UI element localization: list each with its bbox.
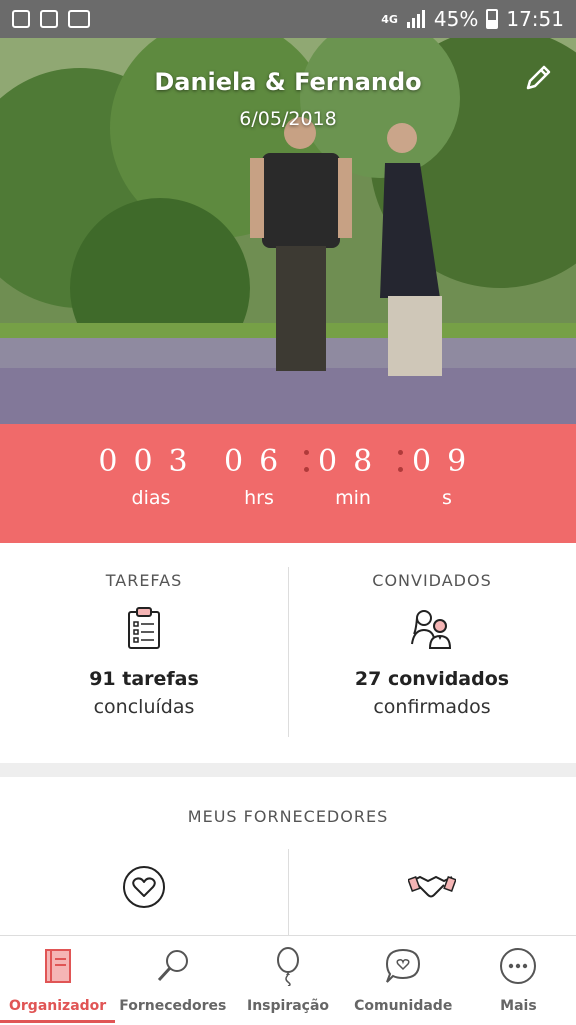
favorite-vendors-card[interactable]: [0, 863, 288, 915]
guests-count: 27 convidados: [354, 668, 510, 690]
wedding-date: 6/05/2018: [239, 108, 337, 130]
nav-label: Fornecedores: [119, 998, 227, 1014]
nav-label: Mais: [500, 998, 537, 1014]
recycle-icon: [12, 10, 30, 28]
status-bar: 4G 45% 17:51: [0, 0, 576, 38]
guests-title: CONVIDADOS: [372, 571, 492, 590]
tasks-card[interactable]: TAREFAS 91 tarefas concluídas: [0, 543, 288, 763]
notification-icons: [12, 10, 90, 28]
handshake-icon: [407, 875, 457, 898]
minutes-value: 08: [318, 444, 389, 479]
countdown-days: 003 dias: [96, 444, 206, 509]
network-type: 4G: [381, 12, 398, 26]
couple-photo: Daniela & Fernando 6/05/2018: [0, 38, 576, 424]
countdown-seconds: 09 s: [412, 444, 482, 509]
summary-stats: TAREFAS 91 tarefas concluídas CONVIDADOS…: [0, 543, 576, 763]
clock: 17:51: [506, 7, 564, 31]
hired-vendors-card[interactable]: [288, 863, 576, 915]
countdown-separator: [398, 450, 404, 484]
seconds-label: s: [442, 487, 452, 509]
battery-icon: [486, 9, 499, 29]
tasks-title: TAREFAS: [105, 571, 183, 590]
seconds-value: 09: [412, 444, 483, 479]
couple-guests-icon: [411, 610, 452, 649]
countdown-hours: 06 hrs: [224, 444, 294, 509]
days-value: 003: [98, 444, 204, 479]
tasks-count: 91 tarefas: [89, 668, 199, 690]
nav-comunidade[interactable]: Comunidade: [346, 936, 461, 1025]
hours-value: 06: [224, 444, 295, 479]
clipboard-checklist-icon: [128, 607, 160, 649]
days-label: dias: [131, 487, 171, 509]
guests-subtitle: confirmados: [373, 696, 491, 718]
minutes-label: min: [335, 487, 371, 509]
nav-label: Comunidade: [354, 998, 453, 1014]
edit-pencil-icon[interactable]: [522, 62, 554, 94]
vendors-title: MEUS FORNECEDORES: [187, 807, 389, 826]
nav-mais[interactable]: Mais: [461, 936, 576, 1025]
voicemail-icon: [68, 10, 90, 28]
battery-percent: 45%: [433, 7, 479, 31]
nav-fornecedores[interactable]: Fornecedores: [115, 936, 230, 1025]
chat-heart-icon: [386, 948, 421, 983]
notebook-icon: [44, 949, 71, 983]
couple-names: Daniela & Fernando: [154, 68, 422, 96]
more-dots-icon: [500, 948, 537, 984]
hours-label: hrs: [244, 487, 274, 509]
balloon-icon: [277, 947, 299, 987]
phone-lock-icon: [40, 10, 58, 28]
countdown-minutes: 08 min: [318, 444, 388, 509]
heart-circle-icon: [123, 866, 165, 908]
bottom-navigation: Organizador Fornecedores Inspiração Comu…: [0, 935, 576, 1025]
tasks-subtitle: concluídas: [93, 696, 195, 718]
section-separator: [0, 763, 576, 777]
nav-label: Organizador: [9, 998, 107, 1014]
countdown-bar: 003 dias 06 hrs 08 min 09 s: [0, 424, 576, 543]
nav-inspiracao[interactable]: Inspiração: [230, 936, 345, 1025]
my-vendors-section: MEUS FORNECEDORES: [0, 777, 576, 935]
magnifier-icon: [157, 950, 188, 982]
signal-icon: [406, 10, 425, 28]
nav-label: Inspiração: [246, 998, 330, 1014]
countdown-separator: [304, 450, 310, 484]
guests-card[interactable]: CONVIDADOS 27 convidados confirmados: [288, 543, 576, 763]
nav-organizador[interactable]: Organizador: [0, 936, 116, 1025]
